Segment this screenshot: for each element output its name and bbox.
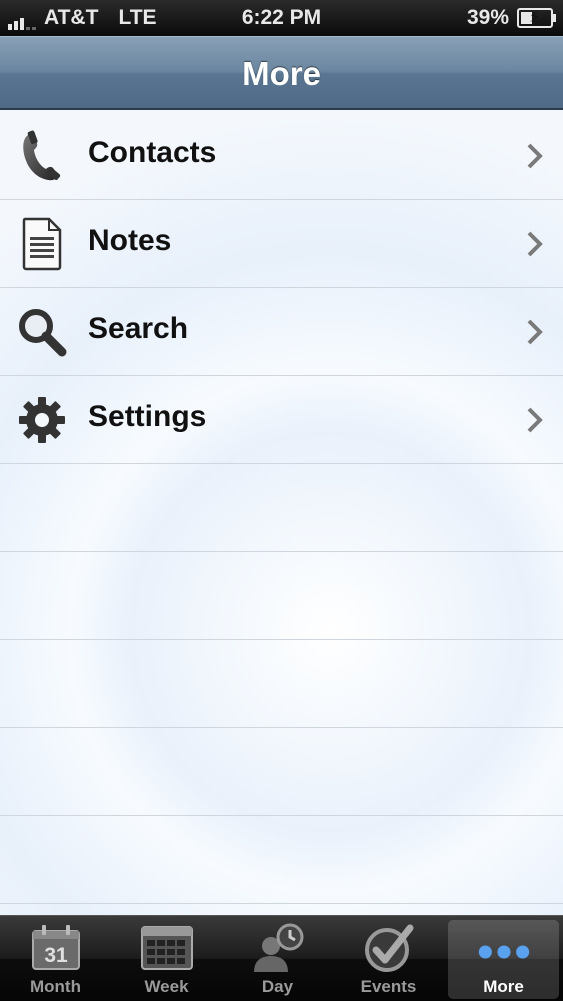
- empty-row: [0, 464, 563, 552]
- checkmark-icon: [361, 922, 417, 974]
- document-icon: [16, 217, 68, 271]
- menu-item-label: Search: [88, 312, 189, 345]
- tab-bar: 31 Month Week Day Events More: [0, 915, 563, 1001]
- menu-item-contacts[interactable]: Contacts: [0, 112, 563, 200]
- tab-day[interactable]: Day: [222, 916, 333, 1001]
- magnifier-icon: [16, 306, 68, 358]
- battery-icon: ⚡: [517, 8, 556, 28]
- chevron-right-icon: [527, 319, 543, 345]
- phone-icon: [16, 130, 68, 182]
- menu-item-search[interactable]: Search: [0, 288, 563, 376]
- menu-item-notes[interactable]: Notes: [0, 200, 563, 288]
- empty-row: [0, 816, 563, 904]
- chevron-right-icon: [527, 231, 543, 257]
- menu-item-label: Settings: [88, 400, 207, 433]
- navigation-bar: More: [0, 36, 563, 110]
- tab-label: Week: [144, 977, 189, 996]
- more-dots-icon: [476, 926, 532, 978]
- tab-label: Month: [30, 977, 81, 996]
- empty-row: [0, 728, 563, 816]
- tab-week[interactable]: Week: [111, 916, 222, 1001]
- menu-item-label: Notes: [88, 224, 172, 257]
- chevron-right-icon: [527, 143, 543, 169]
- calendar-week-icon: [139, 922, 195, 974]
- more-menu-list: Contacts Notes Search Settings: [0, 112, 563, 915]
- battery-percent: 39%: [466, 6, 509, 29]
- tab-events[interactable]: Events: [333, 916, 444, 1001]
- chevron-right-icon: [527, 407, 543, 433]
- tab-label: More: [483, 977, 524, 996]
- tab-more[interactable]: More: [448, 920, 559, 999]
- menu-item-label: Contacts: [88, 136, 217, 169]
- tab-label: Day: [261, 977, 294, 996]
- calendar-month-icon: 31: [28, 922, 84, 974]
- tab-month[interactable]: 31 Month: [0, 916, 111, 1001]
- status-right: 39% ⚡: [466, 6, 556, 30]
- empty-row: [0, 552, 563, 640]
- tab-label: Events: [360, 977, 417, 996]
- menu-item-settings[interactable]: Settings: [0, 376, 563, 464]
- status-bar: AT&T LTE 6:22 PM 39% ⚡: [0, 0, 563, 36]
- gear-icon: [16, 394, 68, 446]
- calendar-day-number: 31: [44, 944, 68, 967]
- person-clock-icon: [250, 922, 306, 974]
- page-title: More: [242, 55, 321, 92]
- empty-row: [0, 640, 563, 728]
- charging-bolt-icon: ⚡: [529, 9, 541, 26]
